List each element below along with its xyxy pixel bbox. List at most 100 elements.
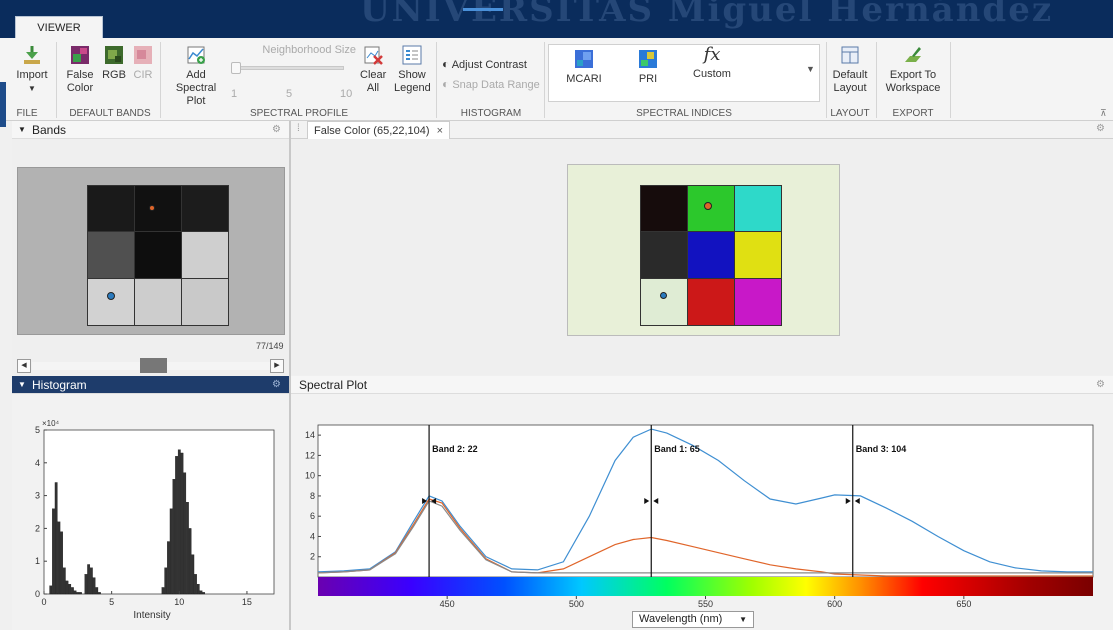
x-tick-label: 5 (109, 597, 114, 607)
close-tab-icon[interactable]: × (437, 125, 443, 137)
tab-false-color[interactable]: False Color (65,22,104) × (307, 121, 451, 139)
band-scroll-left[interactable]: ◀ (17, 359, 31, 373)
panel-options-icon[interactable]: ⚙ (272, 121, 281, 139)
histogram-bar (57, 521, 61, 595)
cir-button[interactable]: CIR (130, 44, 156, 82)
histogram-bar (89, 567, 93, 595)
import-button[interactable]: Import ▼ (14, 44, 50, 95)
mcari-button[interactable]: MCARI (566, 48, 602, 86)
toolstrip: Import ▼ FILE False Color RGB CIR DEFAULT… (0, 38, 1113, 121)
histogram-bar (49, 585, 53, 595)
orange-marker[interactable] (704, 202, 712, 210)
y-tick-label: 3 (35, 491, 40, 501)
color-cell (734, 278, 782, 326)
gallery-expand-icon[interactable]: ▼ (806, 64, 815, 74)
mcari-label: MCARI (566, 73, 602, 85)
collapse-toolstrip-icon[interactable]: ⊼ (1100, 108, 1107, 119)
plot-area (43, 429, 275, 595)
x-axis-unit-dropdown[interactable]: Wavelength (nm) ▼ (632, 611, 754, 628)
histogram-panel-header: ▼ Histogram ⚙ (12, 376, 289, 394)
snap-data-range-label: Snap Data Range (452, 79, 540, 91)
histogram-bar (79, 592, 82, 595)
band-marker-label: Band 3: 104 (856, 444, 907, 454)
neighborhood-size-slider[interactable] (234, 66, 344, 70)
x-tick-label: 500 (569, 599, 584, 609)
dropdown-value: Wavelength (nm) (639, 613, 723, 625)
band-counter: 77/149 (256, 341, 284, 351)
x-axis-label: Intensity (133, 610, 170, 621)
title-banner: UNIVERSITAS Miguel Hernández (0, 0, 1113, 38)
add-spectral-plot-icon (187, 46, 205, 64)
band-image[interactable] (17, 167, 285, 335)
spectral-title: Spectral Plot (299, 378, 368, 392)
tab-viewer[interactable]: VIEWER (15, 16, 103, 39)
false-color-label: False Color (66, 69, 94, 94)
tab-options-icon[interactable]: ⚙ (1096, 123, 1105, 134)
show-legend-label: Show Legend (394, 69, 431, 94)
histogram-bar (62, 567, 66, 595)
wavelength-spectrum-bar (318, 577, 1093, 596)
histogram-title: Histogram (32, 378, 87, 392)
histogram-bar (191, 554, 195, 595)
slider-tick-5: 5 (286, 88, 293, 100)
histogram-bar (87, 564, 91, 595)
bands-title: Bands (32, 123, 67, 137)
blue-marker[interactable] (107, 292, 115, 300)
clear-all-button[interactable]: Clear All (358, 44, 388, 95)
collapse-icon[interactable]: ▼ (18, 376, 26, 394)
color-cell (687, 278, 735, 326)
layout-icon (841, 46, 859, 64)
spectral-chart: Band 2: 22 Band 1: 65 Band 3: 104 2 4 6 8 10 12 1… (305, 424, 1094, 609)
orange-marker[interactable] (149, 205, 155, 211)
custom-index-button[interactable]: fx Custom (690, 44, 734, 81)
add-spectral-plot-button[interactable]: Add Spectral Plot (164, 44, 228, 108)
adjust-contrast-button[interactable]: ◐ Adjust Contrast (442, 58, 527, 72)
collapse-icon[interactable]: ▼ (18, 121, 26, 139)
false-color-image[interactable] (567, 164, 840, 336)
histogram-bar (180, 452, 184, 595)
band-slider-thumb[interactable] (140, 358, 167, 373)
panel-options-icon[interactable]: ⚙ (272, 376, 281, 394)
slider-thumb[interactable] (231, 62, 241, 74)
histogram-bar (68, 584, 72, 595)
band-scroll-right[interactable]: ▶ (270, 359, 284, 373)
pri-button[interactable]: PRI (632, 48, 664, 86)
image-tab-bar: ⁞ False Color (65,22,104) × ⚙ (291, 121, 1113, 139)
rgb-button[interactable]: RGB (100, 44, 128, 82)
snap-data-range-button[interactable]: ◐ Snap Data Range (442, 78, 540, 92)
default-layout-button[interactable]: Default Layout (830, 44, 870, 95)
false-color-button[interactable]: False Color (64, 44, 96, 95)
separator (160, 42, 161, 118)
band-marker-label: Band 1: 65 (654, 444, 700, 454)
histogram-bar (186, 502, 189, 595)
section-default-bands: DEFAULT BANDS (69, 108, 151, 119)
separator (950, 42, 951, 118)
export-icon (905, 47, 921, 62)
blue-marker[interactable] (660, 292, 667, 299)
banner-accent (463, 8, 503, 11)
band-cell (87, 231, 135, 279)
show-legend-button[interactable]: Show Legend (392, 44, 432, 95)
import-icon (24, 46, 40, 64)
false-color-icon (71, 46, 89, 64)
x-tick-label: 650 (956, 599, 971, 609)
section-export: EXPORT (892, 108, 934, 119)
export-to-workspace-button[interactable]: Export To Workspace (880, 44, 946, 95)
band-cell (87, 185, 135, 232)
histogram-bar (202, 592, 206, 595)
tab-false-color-label: False Color (65,22,104) (314, 125, 430, 137)
band-cell (181, 231, 229, 279)
cir-label: CIR (133, 69, 153, 81)
histogram-bar (92, 577, 96, 595)
color-cell (734, 185, 782, 232)
panel-options-icon[interactable]: ⚙ (1096, 376, 1105, 394)
bands-panel-header: ▼ Bands ⚙ (12, 121, 289, 139)
slider-tick-10: 10 (340, 88, 353, 100)
custom-label: Custom (693, 68, 731, 80)
histogram-bar (71, 587, 74, 595)
clear-all-icon (364, 46, 383, 65)
color-cell (640, 231, 688, 279)
y-exponent: ×10⁴ (42, 419, 60, 428)
histogram-chart: ×10⁴ Intensity 0 5 10 15 0 1 2 3 4 5 (35, 419, 275, 621)
mcari-icon (575, 50, 593, 68)
